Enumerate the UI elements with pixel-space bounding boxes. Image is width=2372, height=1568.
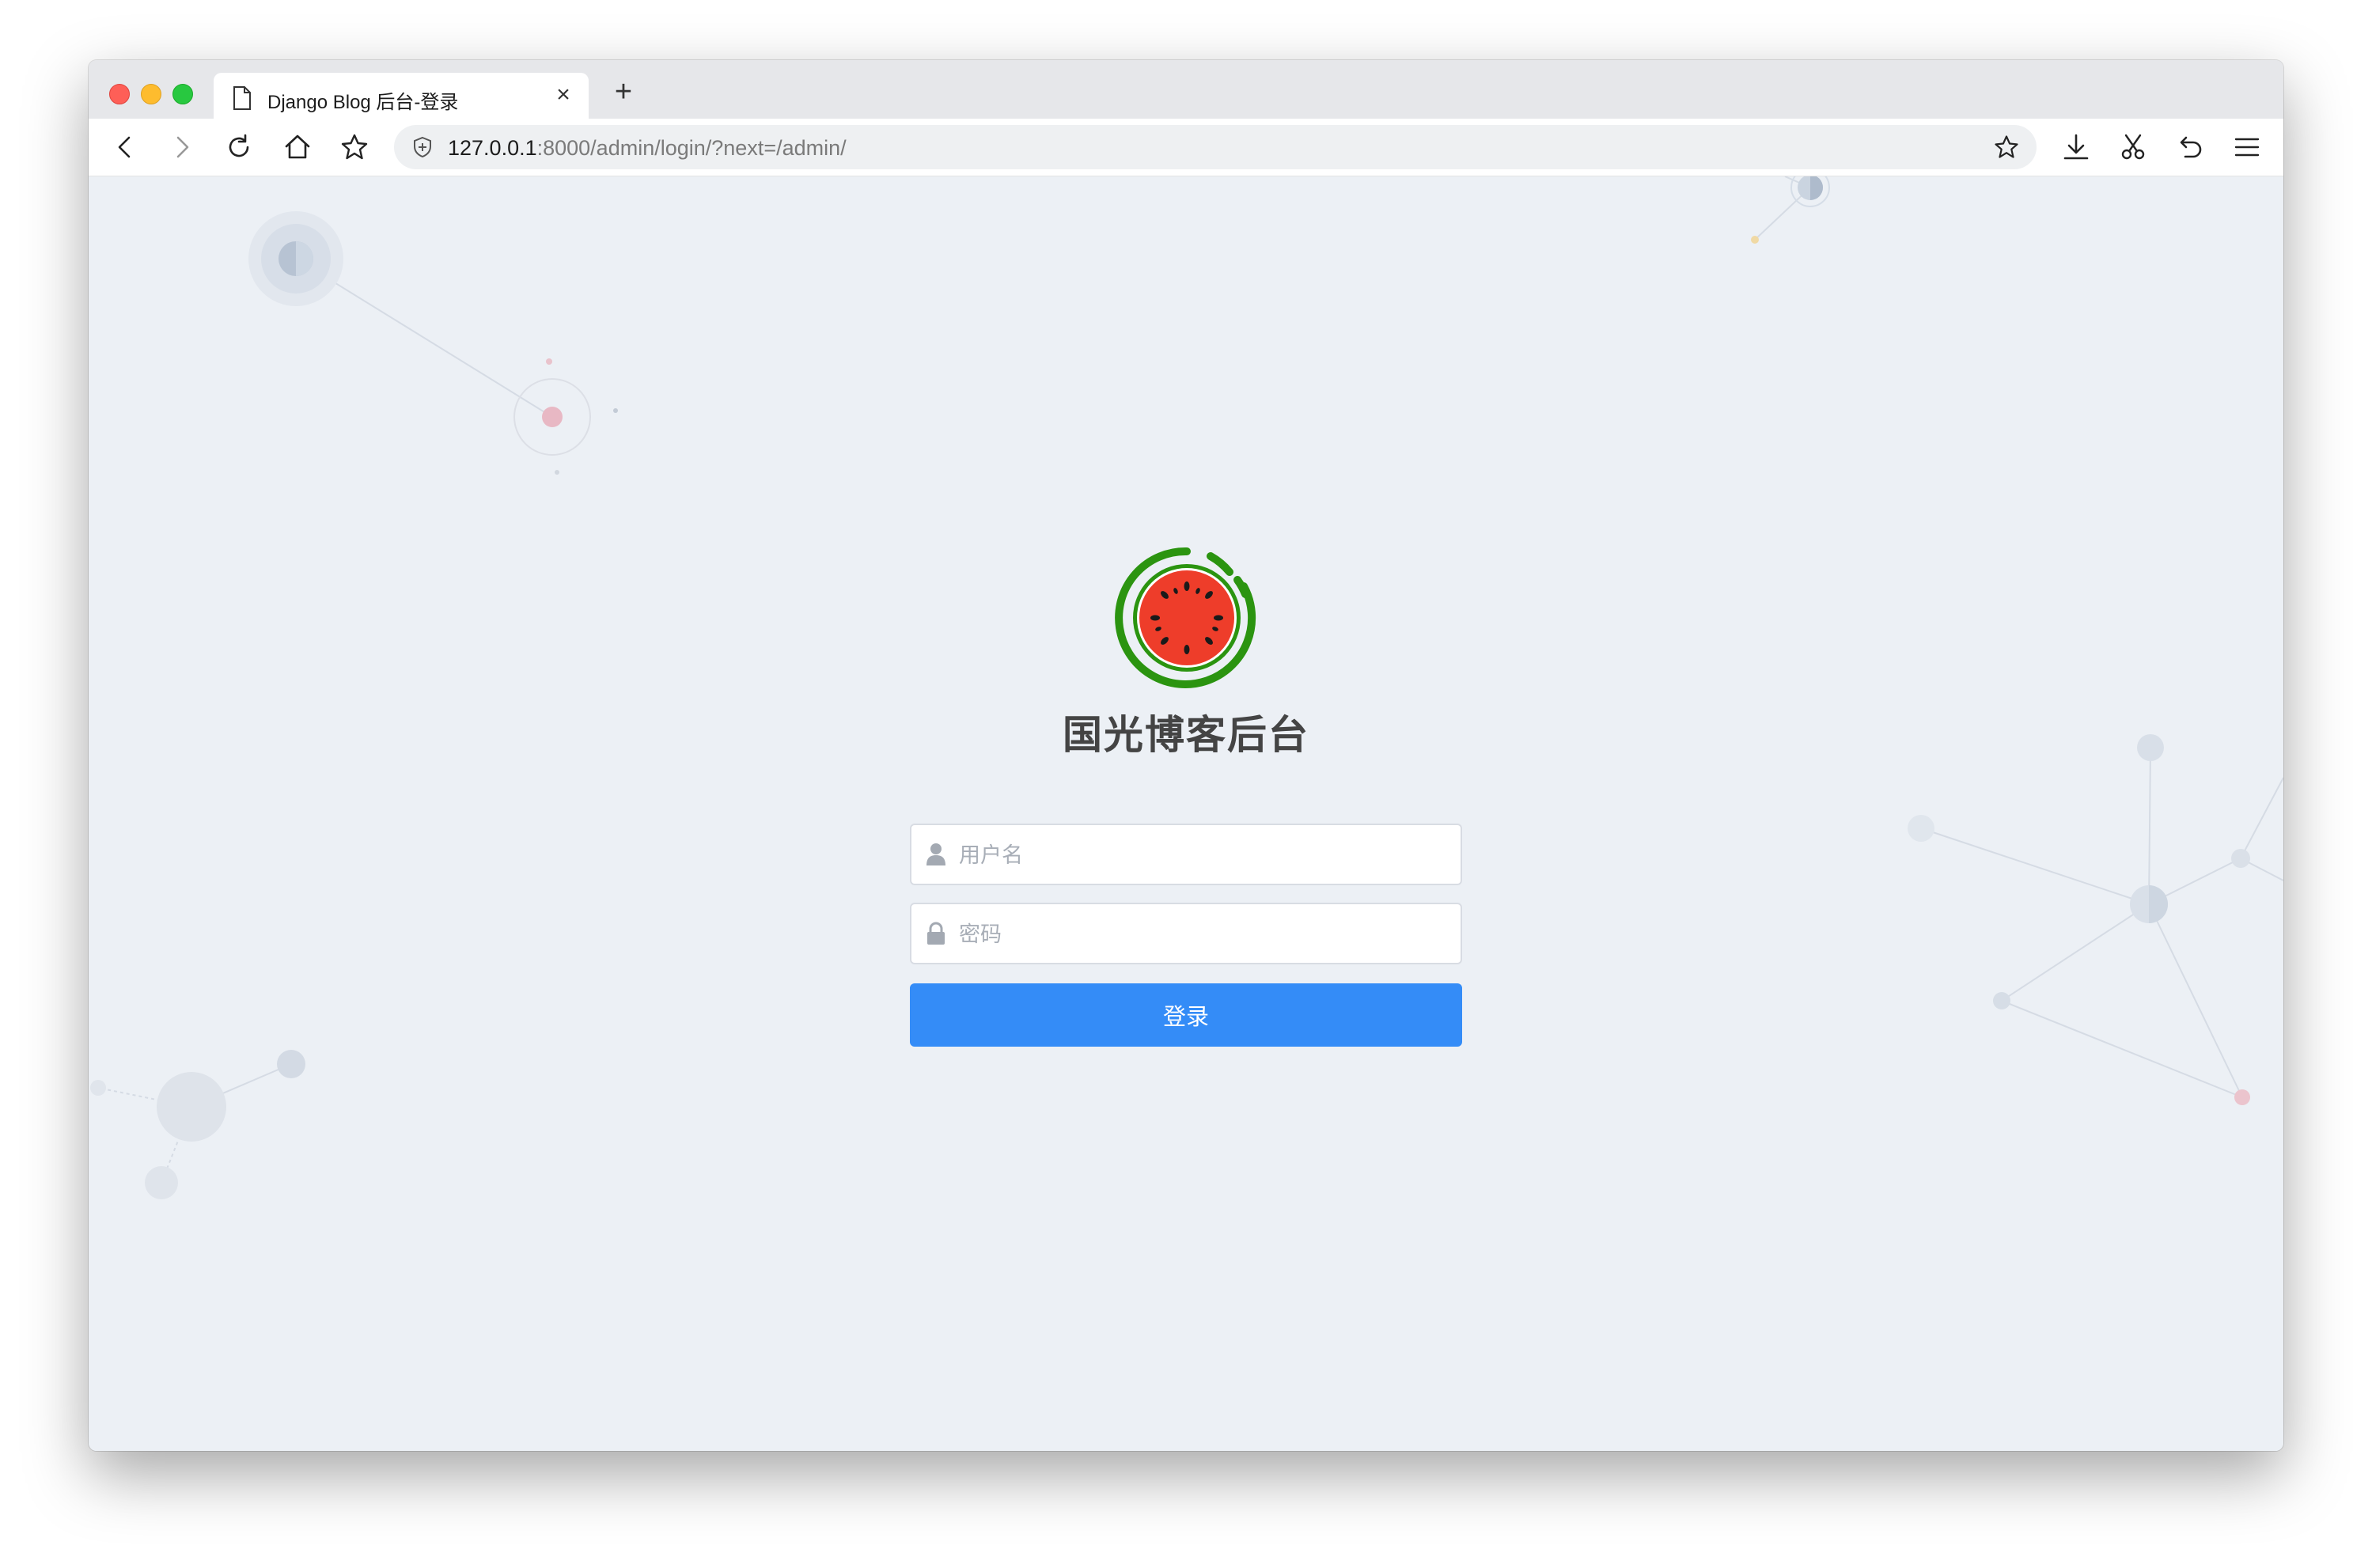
back-button[interactable] [109,131,141,163]
lock-icon [927,922,945,945]
tab-title: Django Blog 后台-登录 [267,92,459,113]
reload-button[interactable] [223,131,255,163]
password-field[interactable] [910,903,1462,964]
url-path: :8000/admin/login/?next=/admin/ [536,136,847,160]
scissors-icon [2121,134,2145,160]
maximize-window-button[interactable] [172,84,193,104]
close-tab-icon[interactable]: × [552,83,574,107]
username-input[interactable] [957,825,1451,885]
page-content: 国光博客后台 登录 [89,176,2283,1451]
bookmarks-button[interactable] [339,131,370,163]
bookmark-star-icon[interactable] [1992,133,2021,161]
browser-window: Django Blog 后台-登录 × + 127.0.0.1:8000/adm… [89,60,2283,1451]
url-text: 127.0.0.1:8000/admin/login/?next=/admin/ [448,136,847,161]
star-icon [341,134,368,160]
shield-icon [414,136,431,158]
username-field[interactable] [910,824,1462,885]
document-icon [233,86,251,110]
login-button[interactable]: 登录 [910,983,1462,1047]
url-host: 127.0.0.1 [448,136,537,160]
new-tab-button[interactable]: + [608,76,639,108]
browser-toolbar: 127.0.0.1:8000/admin/login/?next=/admin/ [89,119,2283,176]
tab-strip: Django Blog 后台-登录 × + [89,60,2283,120]
browser-tab[interactable]: Django Blog 后台-登录 × [214,73,589,120]
close-window-button[interactable] [109,84,130,104]
user-icon [926,843,945,865]
forward-button[interactable] [166,131,198,163]
cut-button[interactable] [2117,131,2149,163]
background-particles [90,176,2283,1199]
password-input[interactable] [957,904,1451,964]
home-button[interactable] [282,131,313,163]
download-icon [2063,134,2089,160]
arrow-right-icon [176,136,189,158]
home-icon [285,134,310,159]
undo-button[interactable] [2174,131,2206,163]
watermelon-logo-icon [1115,547,1256,688]
address-bar[interactable]: 127.0.0.1:8000/admin/login/?next=/admin/ [394,125,2037,169]
downloads-button[interactable] [2060,131,2092,163]
menu-button[interactable] [2231,131,2263,163]
reload-icon [229,134,249,157]
hamburger-icon [2234,138,2260,157]
minimize-window-button[interactable] [141,84,161,104]
site-title: 国光博客后台 [1063,713,1309,757]
undo-icon [2180,136,2202,158]
arrow-left-icon [118,136,131,158]
